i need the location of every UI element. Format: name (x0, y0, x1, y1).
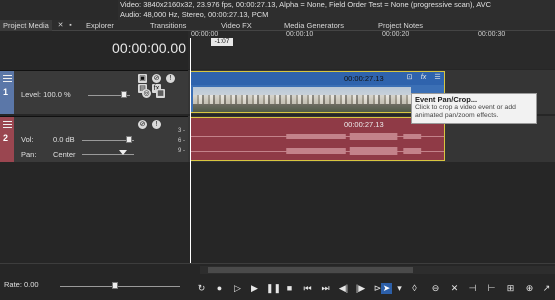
video-track-color-bar: 1 (0, 71, 14, 114)
event-pan-crop-icon[interactable]: ⊡ (405, 73, 414, 82)
ruler-tick-label: 00:00:30 (478, 31, 506, 38)
info-left-blank (0, 0, 118, 20)
tab-project-media[interactable]: Project Media (0, 20, 52, 31)
tab-video-fx[interactable]: Video FX (218, 20, 255, 31)
video-event-length: 00:00:27.13 (344, 74, 384, 83)
pause-icon[interactable]: ❚❚ (266, 283, 281, 294)
scrollbar-thumb[interactable] (208, 267, 413, 273)
video-thumbnail-strip (193, 87, 411, 112)
bypass-motion-icon[interactable]: ◎ (142, 89, 151, 98)
expand-icon[interactable]: ▦ (156, 89, 165, 98)
media-info-panel: Video: 3840x2160x32, 23.976 fps, 00:00:2… (118, 0, 555, 20)
prev-frame-icon[interactable]: ⏮ (302, 283, 313, 294)
rate-slider-thumb[interactable] (112, 282, 118, 289)
loop-icon[interactable]: ↻ (196, 283, 207, 294)
stop-icon[interactable]: ■ (284, 283, 295, 294)
video-track-header[interactable]: 1 ▣ ⊘ ! ▤ fx Level: 100.0 % ◎ ▦ (0, 70, 188, 114)
mute-icon[interactable]: ⊘ (152, 74, 161, 83)
normal-edit-tool-icon[interactable]: ➤ (381, 283, 392, 294)
rate-slider[interactable] (60, 286, 180, 287)
solo-icon[interactable]: ! (166, 74, 175, 83)
play-icon[interactable]: ▶ (249, 283, 260, 294)
prev-edit-icon[interactable]: |▶ (355, 283, 366, 294)
audio-event[interactable]: 00:00:27.13 (190, 117, 445, 161)
horizontal-scrollbar[interactable] (200, 266, 555, 274)
pan-label: Pan: (21, 150, 37, 159)
video-info-line: Video: 3840x2160x32, 23.976 fps, 00:00:2… (120, 0, 492, 9)
event-menu-icon[interactable]: ☰ (433, 73, 442, 82)
audio-track-color-bar: 2 (0, 117, 14, 162)
envelope-edit-tool-icon[interactable]: ◊ (409, 283, 420, 294)
rate-panel: Rate: 0.00 (0, 263, 188, 300)
event-fx-icon[interactable]: fx (419, 73, 428, 82)
edit-tool-dropdown-icon[interactable]: ▾ (394, 283, 405, 294)
tooltip-body: Click to crop a video event or add anima… (415, 104, 516, 119)
tab-transitions[interactable]: Transitions (147, 20, 189, 31)
go-start-icon[interactable]: ⏭ (320, 283, 331, 294)
audio-event-length: 00:00:27.13 (344, 120, 384, 129)
ruler-tick-label: 00:00:00 (191, 31, 219, 38)
tab-media-generators[interactable]: Media Generators (281, 20, 347, 31)
ruler-tick-label: 00:00:10 (286, 31, 314, 38)
db-scale-label: 9 - (178, 148, 186, 154)
trim-start-icon[interactable]: ⊣ (467, 283, 478, 294)
delete-icon[interactable]: ✕ (449, 283, 460, 294)
level-label: Level: 100.0 % (21, 90, 71, 99)
track-number: 2 (3, 133, 9, 143)
ripple-icon[interactable]: ⊞ (505, 283, 516, 294)
trim-end-icon[interactable]: ⊢ (486, 283, 497, 294)
split-tool-icon[interactable]: ⊖ (430, 283, 441, 294)
window-tabs: Project Media ✕ ▪ Explorer Transitions V… (0, 20, 555, 31)
audio-track-header[interactable]: 2 ⊘ ! Vol: 0.0 dB Pan: Center (0, 116, 188, 162)
timecode-display: 00:00:00.00 (112, 40, 186, 56)
vol-value: 0.0 dB (53, 135, 75, 144)
db-scale-label: 6 - (178, 138, 186, 144)
audio-waveform (191, 133, 444, 155)
auto-ripple-icon[interactable]: ↗ (541, 283, 552, 294)
snap-icon[interactable]: ⊕ (524, 283, 535, 294)
tooltip-title: Event Pan/Crop... (415, 95, 478, 104)
go-end-icon[interactable]: ◀| (338, 283, 349, 294)
pan-slider-thumb[interactable] (119, 150, 127, 155)
playhead-cursor[interactable] (190, 38, 191, 264)
audio-info-line: Audio: 48,000 Hz, Stereo, 00:00:27.13, P… (120, 9, 269, 19)
tooltip: Event Pan/Crop... Click to crop a video … (411, 93, 537, 124)
solo-icon[interactable]: ! (152, 120, 161, 129)
playhead-marker[interactable]: -1:07 (211, 38, 233, 46)
track-number: 1 (3, 87, 9, 97)
tab-project-notes[interactable]: Project Notes (375, 20, 426, 31)
record-icon[interactable]: ● (214, 283, 225, 294)
rate-label: Rate: 0.00 (4, 280, 39, 289)
close-tab-icon[interactable]: ✕ (56, 21, 65, 30)
volume-slider-thumb[interactable] (126, 136, 132, 143)
level-slider-thumb[interactable] (121, 91, 127, 98)
db-scale-label: 3 - (178, 128, 186, 134)
track-menu-icon[interactable] (3, 75, 12, 82)
play-from-start-icon[interactable]: ▷ (232, 283, 243, 294)
track-menu-icon[interactable] (3, 121, 12, 128)
ruler-tick-label: 00:00:20 (382, 31, 410, 38)
tab-menu-icon[interactable]: ▪ (66, 21, 75, 30)
tab-explorer[interactable]: Explorer (83, 20, 117, 31)
composite-mode-icon[interactable]: ▣ (138, 74, 147, 83)
mute-icon[interactable]: ⊘ (138, 120, 147, 129)
pan-value: Center (53, 150, 76, 159)
vol-label: Vol: (21, 135, 34, 144)
